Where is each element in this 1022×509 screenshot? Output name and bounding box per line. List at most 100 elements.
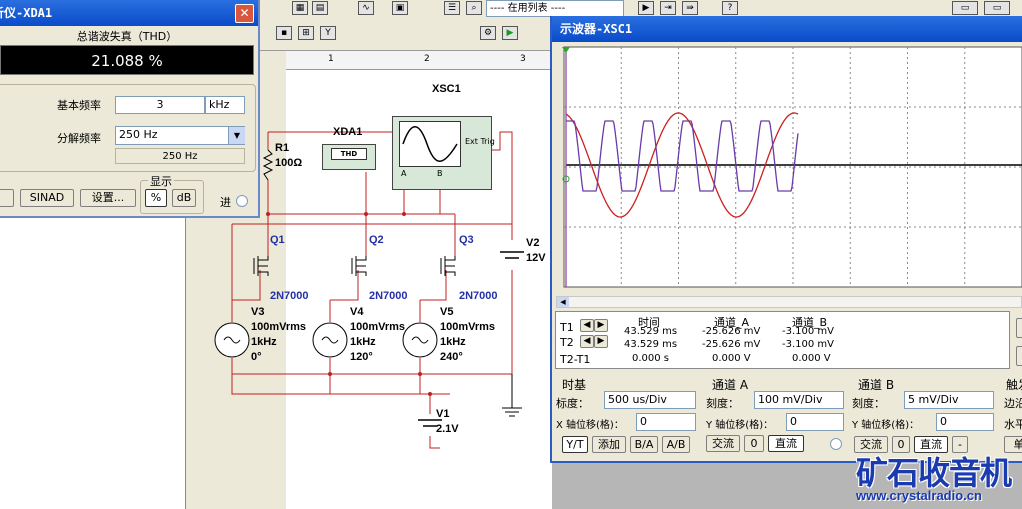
channel-b-scale-input[interactable]: 5 mV/Div <box>904 391 994 409</box>
v3-freq: 1kHz <box>251 336 277 348</box>
channel-a-dc-button[interactable]: 直流 <box>768 435 804 452</box>
xda-instrument-icon[interactable]: THD <box>322 144 376 170</box>
v4-phase: 120° <box>350 351 373 363</box>
channel-b-group: 通道 B 刻度： 5 mV/Div Y 轴位移(格)： 0 交流 0 直流 - <box>850 378 998 458</box>
t1-ch-b: -3.100 mV <box>782 326 834 337</box>
radio-icon[interactable] <box>236 195 248 207</box>
channel-a-title: 通道 A <box>712 378 749 392</box>
fundamental-freq-unit[interactable]: kHz <box>205 96 245 114</box>
channel-b-title: 通道 B <box>858 378 895 392</box>
timebase-xpos-input[interactable]: 0 <box>636 413 696 431</box>
watermark-url: www.crystalradio.cn <box>856 488 982 503</box>
xda-titlebar[interactable]: 分析仪-XDA1 ✕ <box>0 0 258 26</box>
row-diff-label: T2-T1 <box>560 353 591 366</box>
trigger-title: 触发 <box>1006 378 1022 392</box>
ext-trig-label: Ext Trig <box>465 137 495 146</box>
t1-ch-a: -25.626 mV <box>702 326 761 337</box>
fundamental-freq-label: 基本频率 <box>57 99 101 112</box>
chevron-down-icon[interactable]: ▼ <box>228 127 245 144</box>
v5-phase: 240° <box>440 351 463 363</box>
xda-window: 分析仪-XDA1 ✕ 总谐波失真（THD） 21.088 % 基本频率 3 kH… <box>0 0 260 218</box>
q1-model: 2N7000 <box>270 290 309 302</box>
thd-label: 总谐波失真（THD） <box>76 30 178 43</box>
diff-ch-a: 0.000 V <box>712 353 751 364</box>
v1-name: V1 <box>436 408 450 420</box>
channel-a-scale-label: 刻度： <box>706 397 739 410</box>
scope-screen-icon <box>399 121 461 167</box>
scope-scrollbar[interactable]: ◀ <box>556 296 1022 308</box>
timebase-scale-input[interactable]: 500 us/Div <box>604 391 696 409</box>
channel-a-zero-button[interactable]: 0 <box>744 435 764 452</box>
reverse-button[interactable] <box>1016 318 1022 338</box>
channel-a-scale-input[interactable]: 100 mV/Div <box>754 391 844 409</box>
channel-b-scale-label: 刻度： <box>852 397 885 410</box>
t1-left-arrow-icon[interactable]: ◀ <box>580 319 594 332</box>
v3-name: V3 <box>251 306 265 318</box>
v4-label: V4 100mVrms 1kHz 120° <box>350 305 405 365</box>
save-button[interactable] <box>1016 346 1022 366</box>
v4-freq: 1kHz <box>350 336 376 348</box>
thd-display: 21.088 % <box>0 45 254 75</box>
q2-label: Q2 <box>369 234 384 246</box>
left-cut-button[interactable] <box>0 189 14 207</box>
in-label: 进 <box>220 196 231 209</box>
v4-amp: 100mVrms <box>350 321 406 333</box>
v5-label: V5 100mVrms 1kHz 240° <box>440 305 495 365</box>
channel-b-ypos-label: Y 轴位移(格)： <box>852 420 920 431</box>
channel-b-ypos-input[interactable]: 0 <box>936 413 994 431</box>
row-t1-label: T1 <box>560 321 574 334</box>
display-label: 显示 <box>148 173 174 189</box>
row-t2-label: T2 <box>560 336 574 349</box>
close-icon[interactable]: ✕ <box>235 4 254 23</box>
r1-value: 100Ω <box>275 157 303 169</box>
v2-value: 12V <box>526 252 546 264</box>
t2-ch-b: -3.100 mV <box>782 339 834 350</box>
channel-a-ac-button[interactable]: 交流 <box>706 435 740 452</box>
v5-freq: 1kHz <box>440 336 466 348</box>
r1-name: R1 <box>275 142 290 154</box>
channel-a-ypos-label: Y 轴位移(格)： <box>706 420 774 431</box>
yt-button[interactable]: Y/T <box>562 436 588 453</box>
t2-left-arrow-icon[interactable]: ◀ <box>580 335 594 348</box>
timebase-xpos-label: X 轴位移(格)： <box>556 420 624 431</box>
xda-title: 分析仪-XDA1 <box>0 6 53 20</box>
channel-a-group: 通道 A 刻度： 100 mV/Div Y 轴位移(格)： 0 交流 0 直流 <box>702 378 848 458</box>
channel-a-ypos-input[interactable]: 0 <box>786 413 844 431</box>
q2-model: 2N7000 <box>369 290 408 302</box>
scroll-left-icon[interactable]: ◀ <box>557 297 569 307</box>
xda-label: XDA1 <box>333 126 363 138</box>
v3-amp: 100mVrms <box>251 321 307 333</box>
channel-a-label: A <box>401 169 407 178</box>
xsc-instrument-icon[interactable]: Ext Trig A B <box>392 116 495 190</box>
ab-button[interactable]: A/B <box>662 436 690 453</box>
resolution-freq-select[interactable]: 250 Hz <box>115 126 245 145</box>
db-button[interactable]: dB <box>172 189 196 207</box>
trigger-level-label: 水平 <box>1004 418 1022 431</box>
settings-button[interactable]: 设置... <box>80 189 136 207</box>
percent-button[interactable]: % <box>145 189 167 207</box>
timebase-scale-label: 标度： <box>556 397 589 410</box>
v3-phase: 0° <box>251 351 262 363</box>
scope-screen[interactable] <box>552 43 1022 295</box>
ba-button[interactable]: B/A <box>630 436 658 453</box>
q1-label: Q1 <box>270 234 285 246</box>
scope-titlebar[interactable]: 示波器-XSC1 <box>552 16 1022 42</box>
add-button[interactable]: 添加 <box>592 436 626 453</box>
fundamental-freq-input[interactable]: 3 <box>115 96 205 114</box>
timebase-group: 时基 标度： 500 us/Div X 轴位移(格)： 0 Y/T 添加 B/A… <box>552 378 702 458</box>
t2-right-arrow-icon[interactable]: ▶ <box>594 335 608 348</box>
watermark-logo: 矿石收音机 www.crystalradio.cn <box>856 448 1022 509</box>
resolution-freq-label: 分解频率 <box>57 132 101 145</box>
trigger-group: 触发 边沿 水平 单 <box>1002 378 1022 456</box>
sinad-button[interactable]: SINAD <box>20 189 74 207</box>
t1-right-arrow-icon[interactable]: ▶ <box>594 319 608 332</box>
diff-ch-b: 0.000 V <box>792 353 831 364</box>
readout-table: 时间 通道_A 通道_B T1 T2 T2-T1 ◀ ▶ ◀ ▶ 43.529 … <box>555 311 1010 369</box>
v5-amp: 100mVrms <box>440 321 496 333</box>
v3-label: V3 100mVrms 1kHz 0° <box>251 305 306 365</box>
diff-time: 0.000 s <box>632 353 670 364</box>
v4-name: V4 <box>350 306 364 318</box>
scope-title: 示波器-XSC1 <box>560 22 633 36</box>
channel-a-radio-icon[interactable] <box>830 438 842 450</box>
q3-label: Q3 <box>459 234 474 246</box>
